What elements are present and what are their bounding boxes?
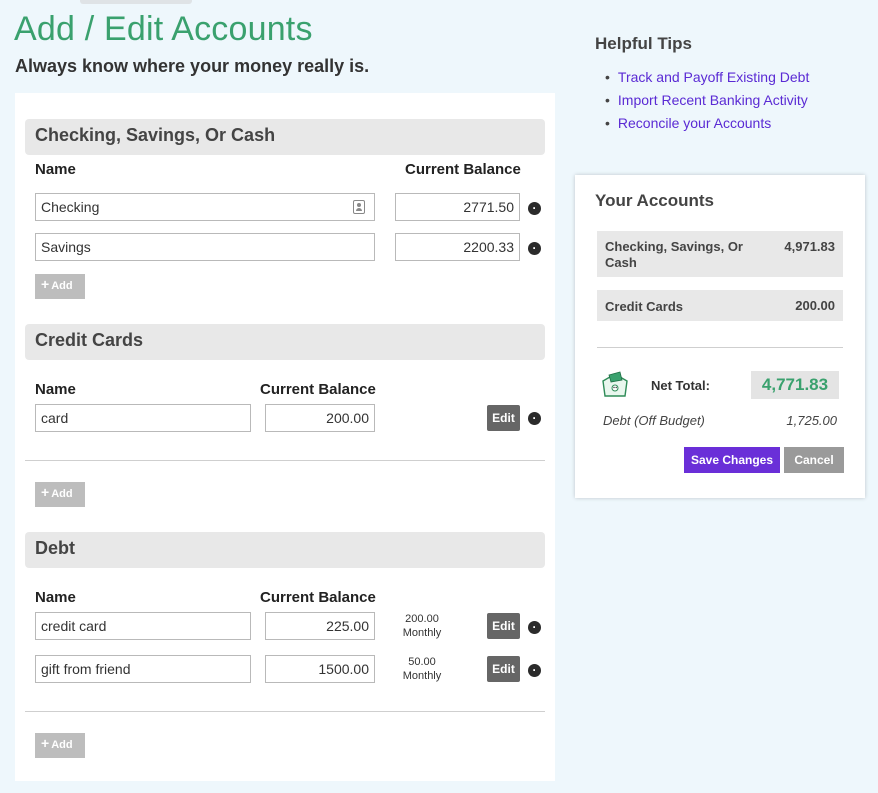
summary-row-value: 4,971.83 xyxy=(784,239,835,254)
add-label: Add xyxy=(51,488,73,500)
helpful-tips-list: • Track and Payoff Existing Debt • Import … xyxy=(605,69,809,138)
edit-credit-card-button[interactable]: Edit xyxy=(487,405,520,431)
top-tab-decoration xyxy=(80,0,192,4)
remove-circle-icon[interactable]: · xyxy=(528,412,541,425)
bullet-icon: • xyxy=(605,115,610,131)
account-balance-input[interactable]: 2200.33 xyxy=(395,233,520,261)
summary-row-label: Credit Cards xyxy=(605,299,684,314)
net-total-label: Net Total: xyxy=(651,378,710,393)
column-label-name: Name xyxy=(35,381,76,398)
your-accounts-card: Your Accounts Checking, Savings, Or Cash… xyxy=(575,175,865,498)
section-header-debt: Debt xyxy=(25,532,545,568)
column-label-balance: Current Balance xyxy=(260,589,376,606)
tip-item: • Track and Payoff Existing Debt xyxy=(605,69,809,85)
tip-link[interactable]: Track and Payoff Existing Debt xyxy=(618,69,809,85)
column-label-name: Name xyxy=(35,161,76,178)
page-title: Add / Edit Accounts xyxy=(14,10,313,48)
payment-frequency: Monthly xyxy=(402,627,442,639)
section-divider xyxy=(25,711,545,712)
remove-circle-icon[interactable]: · xyxy=(528,621,541,634)
plus-icon: + xyxy=(41,484,50,500)
account-name-input[interactable]: Checking xyxy=(35,193,375,221)
save-changes-button[interactable]: Save Changes xyxy=(684,447,780,473)
page-subtitle: Always know where your money really is. xyxy=(15,56,370,76)
cancel-button[interactable]: Cancel xyxy=(784,447,844,473)
credit-card-name-input[interactable]: card xyxy=(35,404,251,432)
summary-row: Checking, Savings, Or Cash 4,971.83 xyxy=(597,231,843,277)
tip-item: • Import Recent Banking Activity xyxy=(605,92,809,108)
accounts-editor-card: Checking, Savings, Or Cash Name Current … xyxy=(15,93,555,781)
debt-balance-input[interactable]: 1500.00 xyxy=(265,655,375,683)
edit-debt-button[interactable]: Edit xyxy=(487,613,520,639)
remove-circle-icon[interactable]: · xyxy=(528,202,541,215)
helpful-tips-title: Helpful Tips xyxy=(595,34,692,53)
bullet-icon: • xyxy=(605,92,610,108)
payment-amount: 200.00 xyxy=(405,613,439,625)
column-label-balance: Current Balance xyxy=(260,381,376,398)
column-label-name: Name xyxy=(35,589,76,606)
section-header-checking: Checking, Savings, Or Cash xyxy=(25,119,545,155)
summary-divider xyxy=(597,347,843,348)
add-credit-card-button[interactable]: + Add xyxy=(35,482,85,507)
debt-off-budget-value: 1,725.00 xyxy=(786,413,837,428)
account-name-value: Checking xyxy=(41,199,100,215)
net-total-value: 4,771.83 xyxy=(751,371,839,399)
account-name-input[interactable]: Savings xyxy=(35,233,375,261)
debt-off-budget-label: Debt (Off Budget) xyxy=(603,413,705,428)
debt-name-input[interactable]: credit card xyxy=(35,612,251,640)
edit-debt-button[interactable]: Edit xyxy=(487,656,520,682)
column-label-balance: Current Balance xyxy=(405,161,521,178)
remove-circle-icon[interactable]: · xyxy=(528,664,541,677)
payment-note: 50.00 Monthly xyxy=(392,655,452,683)
debt-balance-input[interactable]: 225.00 xyxy=(265,612,375,640)
payment-note: 200.00 Monthly xyxy=(392,612,452,640)
plus-icon: + xyxy=(41,276,50,292)
remove-circle-icon[interactable]: · xyxy=(528,242,541,255)
account-balance-input[interactable]: 2771.50 xyxy=(395,193,520,221)
tip-item: • Reconcile your Accounts xyxy=(605,115,809,131)
credit-card-balance-input[interactable]: 200.00 xyxy=(265,404,375,432)
plus-icon: + xyxy=(41,735,50,751)
summary-row-value: 200.00 xyxy=(795,298,835,313)
your-accounts-title: Your Accounts xyxy=(595,191,715,210)
add-checking-account-button[interactable]: + Add xyxy=(35,274,85,299)
payment-amount: 50.00 xyxy=(408,656,436,668)
summary-row: Credit Cards 200.00 xyxy=(597,290,843,321)
payment-frequency: Monthly xyxy=(402,670,442,682)
debt-name-input[interactable]: gift from friend xyxy=(35,655,251,683)
tip-link[interactable]: Import Recent Banking Activity xyxy=(618,92,808,108)
bullet-icon: • xyxy=(605,69,610,85)
money-envelope-icon xyxy=(602,371,628,397)
tip-link[interactable]: Reconcile your Accounts xyxy=(618,115,771,131)
section-header-credit-cards: Credit Cards xyxy=(25,324,545,360)
contact-card-icon[interactable] xyxy=(353,200,365,214)
section-divider xyxy=(25,460,545,461)
add-label: Add xyxy=(51,739,73,751)
summary-row-label: Checking, Savings, Or Cash xyxy=(605,239,743,270)
add-label: Add xyxy=(51,280,73,292)
add-debt-button[interactable]: + Add xyxy=(35,733,85,758)
